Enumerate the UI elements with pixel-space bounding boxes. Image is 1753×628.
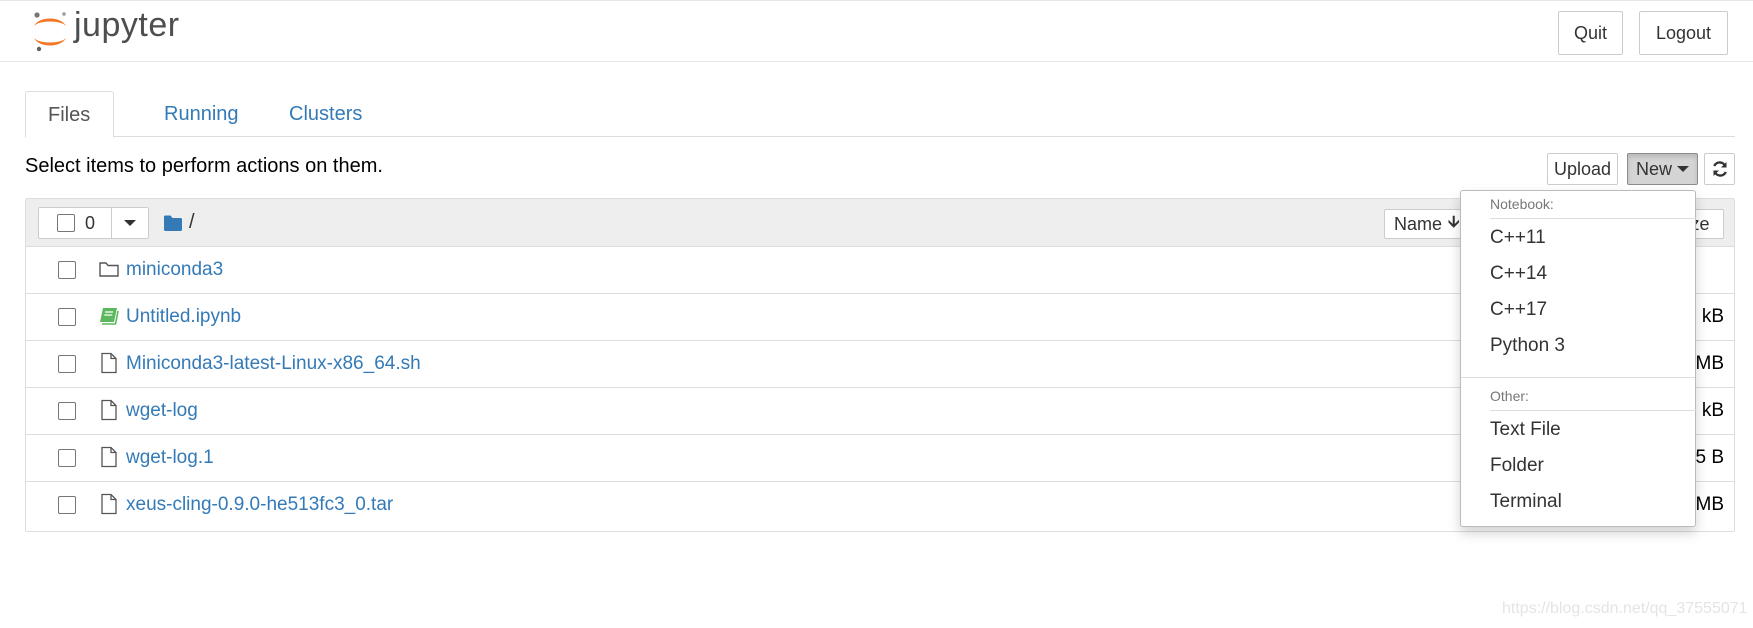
notebook-section-header: Notebook: [1490, 196, 1554, 212]
jupyter-logo[interactable]: jupyter [30, 6, 180, 53]
row-checkbox[interactable] [58, 261, 76, 279]
file-name-link[interactable]: xeus-cling-0.9.0-he513fc3_0.tar [126, 494, 393, 516]
select-all-control[interactable]: 0 [38, 207, 112, 239]
menu-item-cpp11[interactable]: C++11 [1461, 220, 1695, 256]
folder-outline-icon [99, 262, 119, 277]
row-checkbox[interactable] [58, 402, 76, 420]
arrow-down-icon: 🡫 [1448, 213, 1460, 231]
sort-by-name-button[interactable]: Name 🡫 [1384, 209, 1469, 239]
menu-item-text-file[interactable]: Text File [1461, 412, 1695, 448]
file-name-link[interactable]: wget-log.1 [126, 447, 214, 469]
notebook-icon [100, 308, 119, 325]
upload-button[interactable]: Upload [1547, 153, 1618, 185]
refresh-button[interactable] [1704, 153, 1735, 185]
select-dropdown-button[interactable] [112, 207, 149, 239]
file-size: kB [1701, 400, 1724, 421]
menu-divider [1461, 377, 1695, 378]
main-tabs: Files Running Clusters [25, 91, 1735, 138]
folder-icon[interactable] [163, 214, 183, 232]
row-checkbox[interactable] [58, 308, 76, 326]
file-name-link[interactable]: wget-log [126, 400, 198, 422]
tab-files[interactable]: Files [25, 91, 114, 138]
file-icon [101, 399, 117, 421]
section-rule [1490, 218, 1696, 219]
file-icon [101, 493, 117, 515]
menu-item-folder[interactable]: Folder [1461, 448, 1695, 484]
file-size: MB [1695, 494, 1725, 515]
select-all-checkbox[interactable] [57, 214, 75, 232]
other-section-header: Other: [1490, 388, 1529, 404]
logout-button[interactable]: Logout [1639, 11, 1728, 55]
select-all-group: 0 [38, 207, 149, 239]
row-checkbox[interactable] [58, 449, 76, 467]
menu-item-cpp17[interactable]: C++17 [1461, 292, 1695, 328]
file-size: 5 B [1695, 447, 1724, 468]
row-checkbox[interactable] [58, 496, 76, 514]
sort-name-label: Name [1394, 213, 1443, 234]
caret-down-icon [1677, 166, 1689, 172]
file-icon [101, 352, 117, 374]
new-button[interactable]: New [1627, 153, 1698, 185]
file-name-link[interactable]: Untitled.ipynb [126, 306, 241, 328]
row-checkbox[interactable] [58, 355, 76, 373]
instructions-text: Select items to perform actions on them. [25, 155, 383, 177]
menu-item-python3[interactable]: Python 3 [1461, 328, 1695, 364]
tab-clusters[interactable]: Clusters [267, 91, 384, 137]
file-name-link[interactable]: Miniconda3-latest-Linux-x86_64.sh [126, 353, 421, 375]
breadcrumb-root[interactable]: / [189, 211, 195, 234]
menu-item-cpp14[interactable]: C++14 [1461, 256, 1695, 292]
jupyter-logo-icon [34, 12, 66, 52]
section-rule [1490, 410, 1696, 411]
top-header: jupyter Quit Logout [0, 0, 1753, 62]
refresh-icon [1712, 161, 1727, 177]
new-button-label: New [1635, 158, 1672, 179]
watermark-text: https://blog.csdn.net/qq_37555071 [1502, 600, 1748, 617]
file-size: kB [1701, 306, 1724, 327]
breadcrumb: / [163, 211, 195, 234]
file-name-link[interactable]: miniconda3 [126, 259, 223, 281]
file-icon [101, 446, 117, 468]
menu-item-terminal[interactable]: Terminal [1461, 484, 1695, 520]
caret-down-icon [124, 220, 136, 226]
tab-running[interactable]: Running [142, 91, 261, 137]
logo-text: jupyter [74, 6, 180, 44]
quit-button[interactable]: Quit [1558, 11, 1623, 55]
new-dropdown-menu: Notebook: C++11 C++14 C++17 Python 3 Oth… [1460, 190, 1696, 527]
file-size: MB [1695, 353, 1725, 374]
selected-count: 0 [85, 212, 96, 233]
